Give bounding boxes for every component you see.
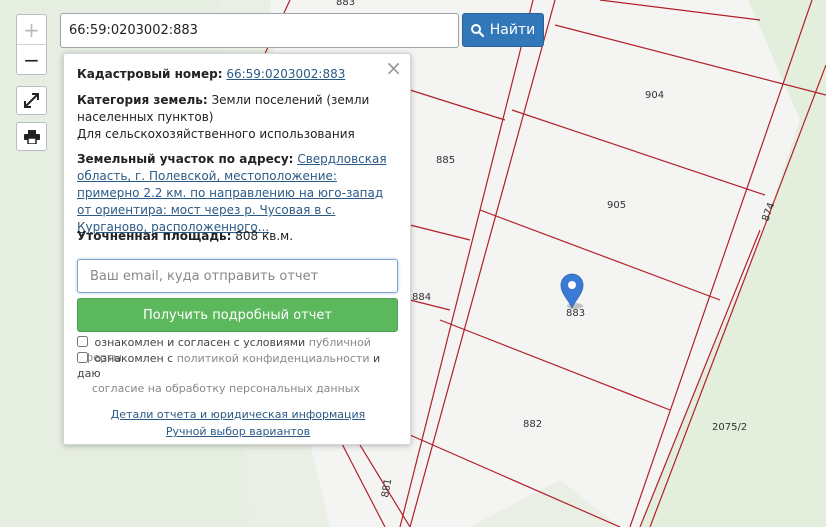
personal-data-consent-text: согласие на обработку персональных данны… [92, 382, 361, 395]
plot-label-904: 904 [645, 90, 664, 101]
printer-icon [23, 129, 40, 144]
search-button-label: Найти [489, 22, 536, 38]
cadastral-number-label: Кадастровый номер: [77, 67, 223, 81]
plot-label-905: 905 [607, 200, 626, 211]
plot-label-882: 882 [523, 419, 542, 430]
fullscreen-button[interactable] [16, 86, 47, 115]
print-button[interactable] [16, 122, 47, 151]
manual-selection-link[interactable]: Ручной выбор вариантов [166, 425, 310, 438]
land-category-label: Категория земель: [77, 93, 208, 107]
get-report-button[interactable]: Получить подробный отчет [77, 298, 398, 332]
search-input[interactable] [60, 13, 459, 48]
marker-shadow [567, 303, 583, 309]
search-button[interactable]: Найти [462, 13, 544, 47]
plot-label-884: 884 [412, 292, 431, 303]
privacy-agreement-row: ознакомлен с политикой конфиденциальност… [77, 351, 399, 396]
cadastral-number-row: Кадастровый номер: 66:59:0203002:883 [77, 66, 399, 83]
zoom-out-button[interactable]: − [17, 45, 46, 74]
search-icon [470, 23, 484, 37]
plot-label-883: 883 [566, 308, 585, 319]
plot-label-885: 885 [436, 155, 455, 166]
land-category-row: Категория земель: Земли поселений (земли… [77, 92, 399, 143]
plot-label-top: 883 [336, 0, 355, 8]
area-label: Уточненная площадь: [77, 229, 232, 243]
land-use-value: Для сельскохозяйственного использования [77, 127, 355, 141]
offer-agreement-text: ознакомлен и согласен с условиями [94, 336, 306, 349]
marker-dot [568, 281, 576, 289]
manual-selection-row: Ручной выбор вариантов [64, 423, 412, 440]
email-field[interactable] [77, 259, 398, 293]
address-label: Земельный участок по адресу: [77, 152, 294, 166]
area-row: Уточненная площадь: 808 кв.м. [77, 228, 399, 245]
plot-label-2075-2: 2075/2 [712, 422, 747, 433]
address-row: Земельный участок по адресу: Свердловска… [77, 151, 399, 236]
zoom-control: + − [16, 14, 47, 75]
report-details-row: Детали отчета и юридическая информация [64, 406, 412, 423]
privacy-agreement-text: ознакомлен с [94, 352, 174, 365]
cadastral-number-link[interactable]: 66:59:0203002:883 [226, 67, 345, 81]
offer-checkbox[interactable] [77, 336, 88, 347]
privacy-policy-link[interactable]: политикой конфиденциальности [177, 352, 370, 365]
privacy-checkbox[interactable] [77, 352, 88, 363]
expand-icon [24, 93, 39, 108]
area-value: 808 кв.м. [235, 229, 294, 243]
plot-info-popup: × Кадастровый номер: 66:59:0203002:883 К… [63, 53, 411, 445]
zoom-in-button[interactable]: + [17, 15, 46, 45]
report-details-link[interactable]: Детали отчета и юридическая информация [111, 408, 366, 421]
